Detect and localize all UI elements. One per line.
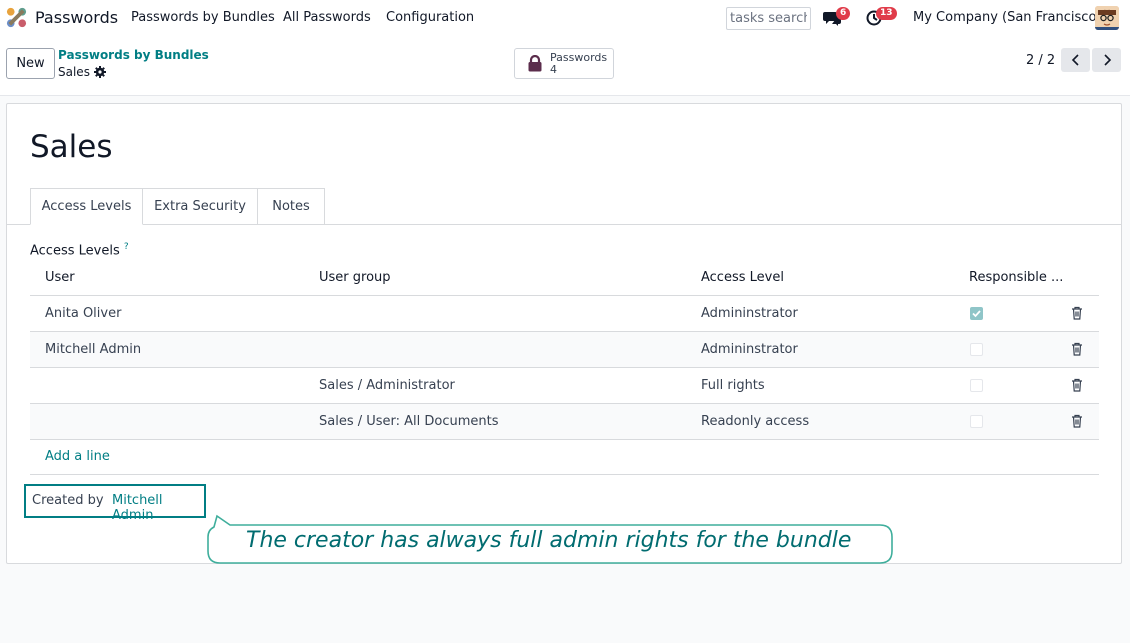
column-header-access-level[interactable]: Access Level xyxy=(701,270,784,285)
breadcrumb-parent[interactable]: Passwords by Bundles xyxy=(58,48,209,62)
trash-icon[interactable] xyxy=(1071,414,1083,428)
smart-button-label: Passwords xyxy=(550,51,608,64)
tab-extra-security[interactable]: Extra Security xyxy=(142,188,258,225)
menu-configuration[interactable]: Configuration xyxy=(386,10,474,25)
table-divider xyxy=(30,439,1099,440)
top-navbar: Passwords Passwords by Bundles All Passw… xyxy=(0,0,1130,36)
cell-access-level: Admininstrator xyxy=(701,306,798,321)
responsible-checkbox[interactable] xyxy=(970,415,983,428)
trash-icon[interactable] xyxy=(1071,342,1083,356)
pager-previous-button[interactable] xyxy=(1061,48,1090,72)
smart-button-count: 4 xyxy=(550,63,557,76)
table-row[interactable]: Mitchell Admin Admininstrator xyxy=(30,331,1099,367)
menu-passwords-by-bundles[interactable]: Passwords by Bundles xyxy=(131,10,275,25)
pager-next-button[interactable] xyxy=(1092,48,1121,72)
breadcrumb-current: Sales xyxy=(58,65,90,79)
annotation-text: The creator has always full admin rights… xyxy=(246,528,852,553)
cell-access-level: Admininstrator xyxy=(701,342,798,357)
trash-icon[interactable] xyxy=(1071,306,1083,320)
activities-badge: 13 xyxy=(876,7,897,20)
section-label: Access Levels ? xyxy=(30,242,129,258)
section-label-text: Access Levels xyxy=(30,243,120,259)
passwords-app-icon[interactable] xyxy=(5,6,28,29)
column-header-responsible[interactable]: Responsible ... xyxy=(969,270,1063,285)
passwords-smart-button[interactable]: Passwords 4 xyxy=(514,48,614,79)
add-line-link[interactable]: Add a line xyxy=(45,449,110,464)
messages-badge: 6 xyxy=(836,7,851,20)
company-switcher[interactable]: My Company (San Francisco) xyxy=(913,10,1101,25)
new-button[interactable]: New xyxy=(6,48,55,79)
cell-user: Anita Oliver xyxy=(45,306,122,321)
menu-all-passwords[interactable]: All Passwords xyxy=(283,10,371,25)
responsible-checkbox[interactable] xyxy=(970,307,983,320)
responsible-checkbox[interactable] xyxy=(970,343,983,356)
column-header-user-group[interactable]: User group xyxy=(319,270,391,285)
cell-access-level: Readonly access xyxy=(701,414,810,429)
created-by-highlight: Created by Mitchell Admin xyxy=(24,484,206,523)
tab-access-levels[interactable]: Access Levels xyxy=(30,188,143,225)
help-tooltip-icon[interactable]: ? xyxy=(124,242,129,252)
created-by-value[interactable]: Mitchell Admin xyxy=(112,493,204,523)
column-header-user[interactable]: User xyxy=(45,270,75,285)
responsible-checkbox[interactable] xyxy=(970,379,983,392)
trash-icon[interactable] xyxy=(1071,378,1083,392)
cell-user-group: Sales / Administrator xyxy=(319,378,455,393)
chevron-right-icon xyxy=(1103,54,1111,66)
form-sheet: Sales Access Levels Extra Security Notes… xyxy=(6,103,1122,564)
check-icon xyxy=(972,310,981,318)
cell-user-group: Sales / User: All Documents xyxy=(319,414,499,429)
record-title[interactable]: Sales xyxy=(30,129,113,165)
gear-icon[interactable] xyxy=(93,66,106,78)
control-panel: New Passwords by Bundles Sales Passwords… xyxy=(0,36,1130,96)
search-input[interactable] xyxy=(726,7,811,30)
tab-notes[interactable]: Notes xyxy=(257,188,325,225)
lock-icon xyxy=(528,55,542,72)
pager-value[interactable]: 2 / 2 xyxy=(1026,53,1055,68)
breadcrumb: Sales xyxy=(58,65,106,79)
chevron-left-icon xyxy=(1071,54,1079,66)
table-bottom-divider xyxy=(30,474,1099,475)
table-row[interactable]: Anita Oliver Admininstrator xyxy=(30,295,1099,331)
cell-user: Mitchell Admin xyxy=(45,342,142,357)
created-by-label: Created by xyxy=(32,493,104,508)
table-row[interactable]: Sales / Administrator Full rights xyxy=(30,367,1099,403)
table-row[interactable]: Sales / User: All Documents Readonly acc… xyxy=(30,403,1099,439)
app-title[interactable]: Passwords xyxy=(35,8,118,27)
cell-access-level: Full rights xyxy=(701,378,765,393)
avatar[interactable] xyxy=(1095,6,1119,30)
